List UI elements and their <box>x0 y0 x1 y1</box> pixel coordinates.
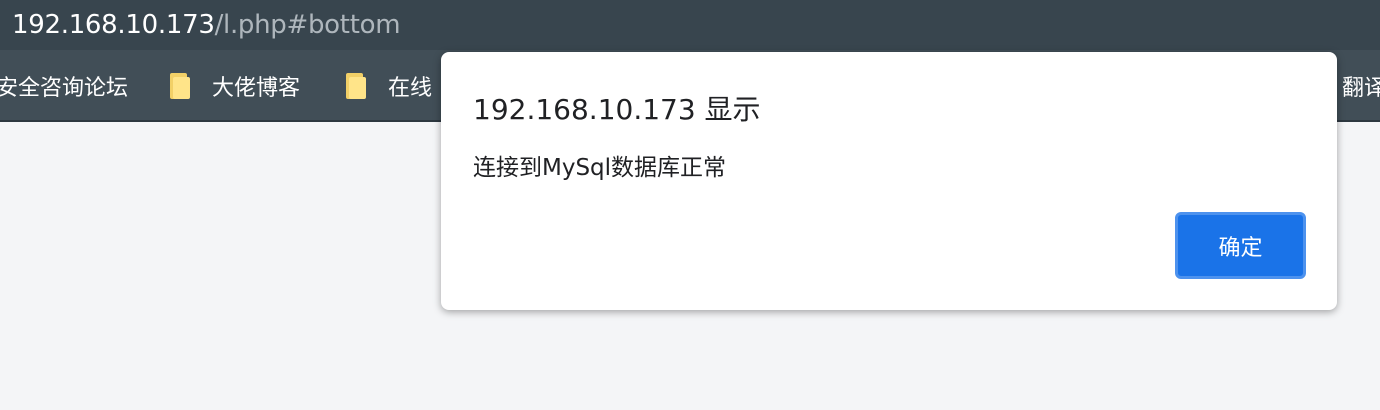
bookmark-security-forum[interactable]: 安全咨询论坛 <box>0 50 128 122</box>
alert-dialog: 192.168.10.173 显示 连接到MySql数据库正常 确定 <box>441 52 1337 310</box>
folder-icon <box>346 73 366 99</box>
bookmark-online[interactable]: 在线 <box>346 50 432 122</box>
url-host: 192.168.10.173 <box>12 10 215 40</box>
dialog-title: 192.168.10.173 显示 <box>473 93 761 126</box>
ok-button[interactable]: 确定 <box>1175 212 1306 279</box>
address-bar[interactable]: 192.168.10.173/l.php#bottom <box>0 0 1380 50</box>
bookmark-label: 大佬博客 <box>212 76 301 101</box>
dialog-message: 连接到MySql数据库正常 <box>473 155 727 181</box>
folder-icon <box>170 73 190 99</box>
url-path: /l.php#bottom <box>214 10 401 40</box>
bookmark-label: 安全咨询论坛 <box>0 76 129 101</box>
bookmark-expert-blogs[interactable]: 大佬博客 <box>170 50 300 122</box>
bookmark-label: 翻译 <box>1342 76 1380 101</box>
bookmark-label: 在线 <box>388 76 433 101</box>
